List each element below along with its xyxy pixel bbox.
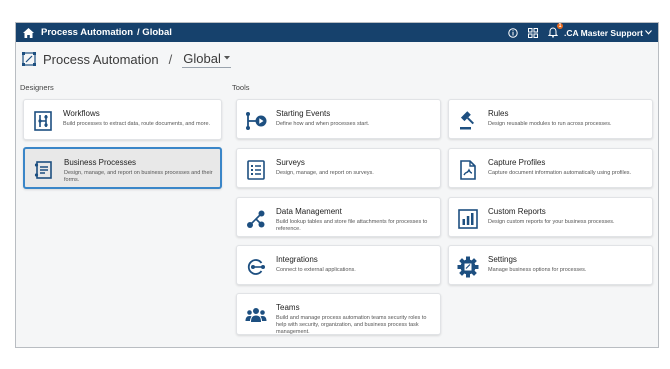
capture-profiles-card[interactable]: Capture Profiles Capture document inform… [448, 148, 653, 188]
workflows-card[interactable]: Workflows Build processes to extract dat… [23, 99, 222, 140]
card-title: Data Management [276, 207, 342, 216]
card-title: Surveys [276, 158, 305, 167]
teams-icon [244, 303, 268, 327]
card-title: Workflows [63, 109, 100, 118]
card-title: Starting Events [276, 109, 331, 118]
tools-heading: Tools [232, 83, 250, 92]
card-description: Design custom reports for your business … [488, 219, 615, 225]
data-management-card[interactable]: Data Management Build lookup tables and … [236, 197, 441, 237]
app-title: Process Automation [41, 27, 134, 38]
survey-list-icon [244, 158, 268, 182]
starting-events-icon [244, 109, 268, 133]
business-processes-card[interactable]: Business Processes Design, manage, and r… [23, 147, 222, 189]
card-description: Connect to external applications. [276, 267, 356, 273]
process-automation-icon [22, 52, 36, 66]
card-title: Rules [488, 109, 509, 118]
card-title: Capture Profiles [488, 158, 546, 167]
card-description: Build lookup tables and store file attac… [276, 219, 428, 232]
notification-badge: 1 [556, 22, 563, 29]
top-bar: Process Automation / Global 1 .CA Master… [16, 23, 658, 42]
card-description: Design reusable modules to run across pr… [488, 121, 612, 127]
app-window: Process Automation / Global 1 .CA Master… [15, 22, 659, 348]
card-title: Business Processes [64, 158, 137, 167]
card-description: Design, manage, and report on surveys. [276, 170, 374, 176]
settings-card[interactable]: Settings Manage business options for pro… [448, 245, 653, 285]
integrations-icon [244, 255, 268, 279]
designers-heading: Designers [20, 83, 54, 92]
user-name: .CA Master Support [563, 27, 643, 38]
business-process-icon [32, 158, 56, 182]
chevron-down-icon [645, 30, 652, 35]
card-description: Define how and when processes start. [276, 121, 370, 127]
settings-gear-icon [456, 255, 480, 279]
card-description: Build and manage process automation team… [276, 315, 427, 335]
starting-events-card[interactable]: Starting Events Define how and when proc… [236, 99, 441, 139]
page-header: Process Automation / Global [16, 42, 658, 76]
data-management-icon [244, 207, 268, 231]
breadcrumb-separator: / [168, 51, 173, 67]
home-icon[interactable] [22, 27, 35, 39]
notification-bell-icon[interactable]: 1 [546, 22, 563, 40]
card-title: Teams [276, 303, 300, 312]
card-title: Settings [488, 255, 517, 264]
scope-dropdown-label: Global [183, 50, 221, 66]
rules-card[interactable]: Rules Design reusable modules to run acr… [448, 99, 653, 139]
integrations-card[interactable]: Integrations Connect to external applica… [236, 245, 441, 285]
scope-title: / Global [137, 27, 172, 38]
apps-grid-icon[interactable] [526, 26, 540, 40]
page-title: Process Automation [43, 51, 159, 67]
user-menu[interactable]: .CA Master Support [564, 28, 652, 38]
custom-reports-card[interactable]: Custom Reports Design custom reports for… [448, 197, 653, 237]
caret-down-icon [223, 56, 230, 60]
help-icon[interactable] [506, 26, 520, 40]
gavel-icon [456, 109, 480, 133]
report-chart-icon [456, 207, 480, 231]
capture-document-icon [456, 158, 480, 182]
card-description: Build processes to extract data, route d… [63, 121, 211, 127]
card-description: Design, manage, and report on business p… [64, 170, 213, 183]
card-description: Manage business options for processes. [488, 267, 587, 273]
scope-dropdown[interactable]: Global [182, 51, 231, 68]
surveys-card[interactable]: Surveys Design, manage, and report on su… [236, 148, 441, 188]
workflow-icon [31, 109, 55, 133]
teams-card[interactable]: Teams Build and manage process automatio… [236, 293, 441, 335]
card-description: Capture document information automatical… [488, 170, 632, 176]
card-title: Custom Reports [488, 207, 546, 216]
card-title: Integrations [276, 255, 318, 264]
